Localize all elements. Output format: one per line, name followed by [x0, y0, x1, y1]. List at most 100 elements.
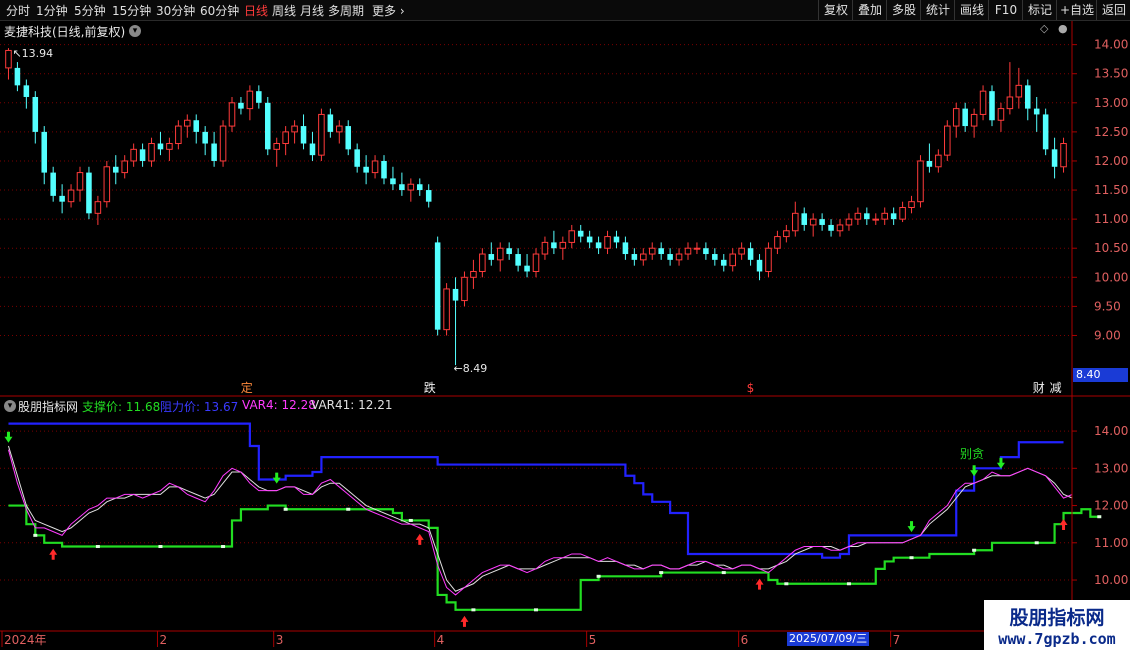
support-dot [95, 545, 100, 549]
indicator-tick-label: 13.00 [1094, 461, 1128, 475]
period-tab-8[interactable]: 月线 [300, 2, 324, 19]
var4-legend: VAR4: 12.28 [242, 398, 316, 412]
candle-body-down [327, 114, 334, 132]
support-dot [784, 582, 789, 586]
candle-body-down [658, 248, 664, 255]
candle-body-down [524, 265, 530, 272]
candle-body-down [613, 236, 620, 243]
watermark-url: www.7gpzb.com [998, 630, 1116, 648]
candle-body-up [228, 102, 236, 127]
candle-body-up [854, 212, 862, 220]
candle-body-up [470, 270, 477, 278]
candle-body-down [381, 160, 387, 179]
toolbar-button-6[interactable]: 标记 [1022, 0, 1057, 20]
time-tick-label: 2024年 [4, 633, 47, 647]
candle-body-up [809, 218, 817, 226]
candle-body-up [130, 148, 137, 162]
toolbar-button-1[interactable]: 叠加 [852, 0, 887, 20]
sell-arrow [272, 472, 281, 484]
candle-body-up [604, 236, 611, 249]
candle-body-up [917, 160, 924, 203]
candle-body-up [899, 207, 906, 220]
toolbar-button-2[interactable]: 多股 [886, 0, 921, 20]
candle-body-up [103, 166, 111, 203]
indicator-name: 股朋指标网 [18, 400, 79, 414]
candle-body-down [416, 184, 423, 191]
candle-body-up [94, 201, 102, 214]
support-dot [346, 507, 351, 511]
candle-body-down [300, 126, 307, 144]
period-tab-10[interactable]: 更多 › [372, 2, 405, 19]
candle-body-up [675, 253, 683, 261]
candle-body-down [309, 143, 316, 156]
candle-body-up [461, 276, 468, 302]
candle-body-up [935, 154, 942, 168]
candle-body-down [14, 67, 21, 86]
event-mark: 定 [241, 380, 253, 395]
candle-body-up [765, 247, 772, 272]
grid-layer [0, 44, 1072, 581]
period-tab-4[interactable]: 30分钟 [156, 2, 195, 19]
candle-body-down [926, 160, 933, 167]
period-tab-3[interactable]: 15分钟 [112, 2, 151, 19]
candle-body-down [434, 242, 441, 330]
indicator-chevron-icon[interactable]: ▾ [4, 400, 16, 412]
var41-line [7, 445, 1073, 592]
toolbar-button-0[interactable]: 复权 [818, 0, 853, 20]
candle-body-up [774, 236, 781, 249]
period-tab-1[interactable]: 1分钟 [36, 2, 68, 19]
sell-arrow [4, 431, 13, 443]
watermark-logo: 股朋指标网 www.7gpzb.com [984, 600, 1130, 650]
candle-body-up [541, 241, 549, 255]
candle-body-up [783, 230, 790, 238]
candle-body-down [631, 254, 638, 260]
toolbar-button-3[interactable]: 统计 [920, 0, 955, 20]
candle-body-up [5, 49, 12, 69]
period-toolbar: 分时 1分钟 5分钟 15分钟 30分钟 60分钟 日线 周线 月线 多周期 更多 › 复权 叠加 多股统… [0, 0, 1130, 21]
settings-dot-icon[interactable]: ● [1058, 22, 1068, 35]
candle-body-down [86, 172, 92, 214]
time-tick-label: 6 [741, 633, 749, 647]
period-tab-6[interactable]: 日线 [244, 2, 268, 19]
period-tab-9[interactable]: 多周期 [328, 2, 364, 19]
period-tab-2[interactable]: 5分钟 [74, 2, 106, 19]
period-tab-5[interactable]: 60分钟 [200, 2, 239, 19]
diamond-icon[interactable]: ◇ [1040, 22, 1048, 35]
candle-body-up [282, 131, 289, 145]
price-tick-label: 12.00 [1094, 154, 1128, 168]
support-dot [721, 571, 726, 575]
candle-body-up [559, 241, 567, 249]
candle-body-up [729, 253, 736, 267]
candle-body-down [425, 190, 432, 202]
candle-body-up [407, 183, 415, 191]
indicator-layer [7, 422, 1102, 612]
candle-body-down [622, 242, 629, 255]
candle-body-up [496, 247, 504, 261]
candle-body-down [962, 108, 968, 127]
toolbar-button-7[interactable]: +自选 [1056, 0, 1097, 20]
support-dot [221, 545, 226, 549]
toolbar-button-4[interactable]: 画线 [954, 0, 989, 20]
candle-body-up [845, 218, 853, 226]
candle-body-down [1042, 114, 1049, 150]
high-price-label: ↖13.94 [12, 47, 53, 60]
price-tick-label: 14.00 [1094, 38, 1128, 52]
period-tab-0[interactable]: 分时 [6, 2, 30, 19]
price-tick-label: 12.50 [1094, 125, 1128, 139]
time-tick-label: 3 [276, 633, 284, 647]
chevron-down-icon[interactable]: ▾ [129, 25, 141, 37]
candle-body-up [184, 119, 191, 127]
toolbar-button-8[interactable]: 返回 [1096, 0, 1130, 20]
candle-body-up [648, 247, 656, 255]
candle-body-down [390, 178, 396, 185]
candle-body-down [864, 213, 870, 220]
candle-body-up [1060, 143, 1067, 168]
signal-layer [4, 431, 1068, 627]
sell-arrow [996, 457, 1005, 469]
event-mark: $ [747, 381, 755, 395]
candle-body-down [1051, 149, 1058, 167]
candle-body-down [801, 213, 808, 225]
period-tab-7[interactable]: 周线 [272, 2, 296, 19]
support-dot [408, 518, 413, 522]
toolbar-button-5[interactable]: F10 [988, 0, 1023, 20]
